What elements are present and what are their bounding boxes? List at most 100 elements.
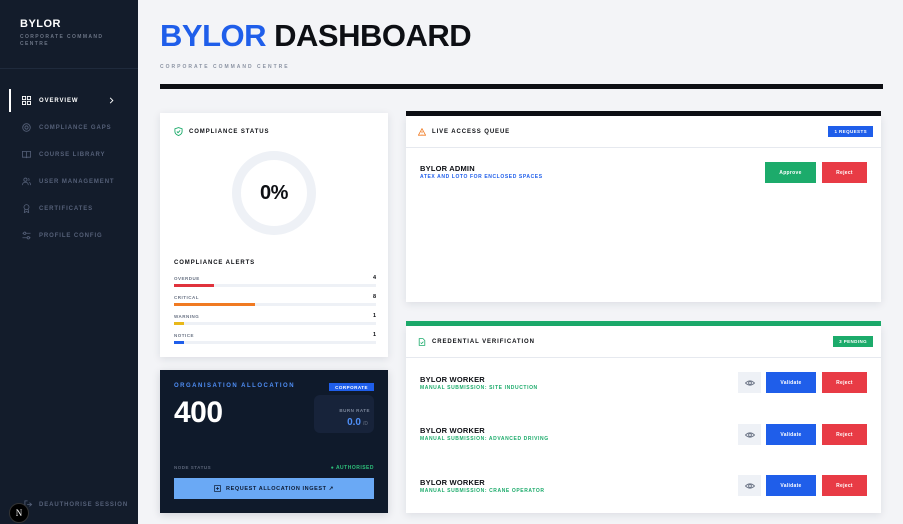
compliance-value: 0% [260, 181, 288, 204]
reject-button[interactable]: Reject [822, 475, 867, 496]
shield-check-icon [174, 127, 183, 136]
credentials-count-badge: 3 PENDING [833, 336, 873, 347]
sidebar-item-profile-config[interactable]: PROFILE CONFIG [0, 222, 138, 249]
organisation-allocation-card: ORGANISATION ALLOCATION CORPORATE 400 BU… [160, 370, 388, 513]
page-title-accent: BYLOR [160, 18, 267, 53]
chevron-right-icon [109, 97, 114, 104]
sidebar-item-label: USER MANAGEMENT [39, 178, 115, 185]
page-title: BYLOR DASHBOARD [160, 18, 472, 54]
allocation-value: 400 [174, 396, 223, 429]
target-icon [22, 123, 31, 132]
sidebar-divider [0, 68, 138, 69]
credential-detail: MANUAL SUBMISSION: CRANE OPERATOR [420, 488, 545, 494]
request-allocation-label: REQUEST ALLOCATION INGEST ↗ [226, 485, 334, 492]
alert-row-notice: NOTICE 1 [174, 332, 376, 344]
compliance-status-card: COMPLIANCE STATUS 0% COMPLIANCE ALERTS O… [160, 113, 388, 357]
request-allocation-button[interactable]: REQUEST ALLOCATION INGEST ↗ [174, 478, 374, 499]
burn-rate-number: 0.0 [347, 417, 361, 428]
grid-icon [22, 96, 31, 105]
compliance-ring: 0% [232, 151, 316, 235]
sidebar-nav: OVERVIEW COMPLIANCE GAPS COURSE LIBRARY … [0, 87, 138, 249]
credentials-header: CREDENTIAL VERIFICATION 3 PENDING [406, 326, 881, 358]
request-name: BYLOR ADMIN [420, 164, 475, 173]
alert-fill [174, 322, 185, 325]
document-check-icon [418, 337, 426, 346]
sidebar-item-overview[interactable]: OVERVIEW [0, 87, 138, 114]
sidebar: BYLOR CORPORATE COMMAND CENTRE OVERVIEW … [0, 0, 138, 524]
sliders-icon [22, 231, 31, 240]
credentials-title: CREDENTIAL VERIFICATION [432, 338, 535, 345]
credential-name: BYLOR WORKER [420, 375, 485, 384]
sidebar-item-label: PROFILE CONFIG [39, 232, 103, 239]
validate-button[interactable]: Validate [766, 424, 816, 445]
alert-count: 8 [372, 294, 376, 300]
alert-track [174, 284, 376, 287]
authorised-status: ● AUTHORISED [330, 465, 374, 471]
alert-count: 4 [372, 275, 376, 281]
view-button[interactable] [738, 372, 761, 393]
alert-label: CRITICAL [174, 295, 199, 300]
alert-count: 1 [372, 313, 376, 319]
compliance-status-title: COMPLIANCE STATUS [189, 128, 270, 135]
sidebar-item-label: OVERVIEW [39, 97, 79, 104]
sidebar-item-course-library[interactable]: COURSE LIBRARY [0, 141, 138, 168]
compliance-status-header: COMPLIANCE STATUS [174, 127, 269, 136]
alert-label: NOTICE [174, 333, 195, 338]
brand-name: BYLOR [20, 18, 61, 30]
request-detail: ATEX AND LOTO FOR ENCLOSED SPACES [420, 174, 543, 180]
validate-button[interactable]: Validate [766, 475, 816, 496]
alert-fill [174, 284, 215, 287]
book-icon [22, 150, 31, 159]
compliance-alerts-title: COMPLIANCE ALERTS [174, 260, 256, 266]
alert-track [174, 341, 376, 344]
sidebar-item-certificates[interactable]: CERTIFICATES [0, 195, 138, 222]
credential-verification-card: CREDENTIAL VERIFICATION 3 PENDING BYLOR … [406, 326, 881, 513]
alert-fill [174, 341, 185, 344]
alert-label: WARNING [174, 314, 200, 319]
credential-detail: MANUAL SUBMISSION: SITE INDUCTION [420, 385, 538, 391]
burn-rate-value: 0.0/D [347, 417, 368, 428]
alert-fill [174, 303, 255, 306]
burn-rate-label: BURN RATE [339, 408, 370, 413]
brand-subtitle: CORPORATE COMMAND CENTRE [20, 34, 104, 47]
header-divider [160, 84, 883, 89]
queue-header: LIVE ACCESS QUEUE 1 REQUESTS [406, 116, 881, 148]
approve-button[interactable]: Approve [765, 162, 816, 183]
page-title-rest: DASHBOARD [274, 18, 472, 53]
view-button[interactable] [738, 424, 761, 445]
reject-button[interactable]: Reject [822, 372, 867, 393]
alert-row-critical: CRITICAL 8 [174, 294, 376, 306]
sidebar-item-label: COMPLIANCE GAPS [39, 124, 112, 131]
view-button[interactable] [738, 475, 761, 496]
sidebar-item-user-management[interactable]: USER MANAGEMENT [0, 168, 138, 195]
burn-rate-unit: /D [363, 421, 368, 427]
logout-label: DEAUTHORISE SESSION [39, 501, 129, 508]
page-subtitle: CORPORATE COMMAND CENTRE [160, 64, 290, 70]
award-icon [23, 204, 30, 213]
sidebar-item-compliance-gaps[interactable]: COMPLIANCE GAPS [0, 114, 138, 141]
allocation-badge: CORPORATE [329, 383, 374, 391]
queue-title: LIVE ACCESS QUEUE [432, 128, 511, 135]
users-icon [22, 177, 31, 186]
node-status-label: NODE STATUS [174, 465, 212, 470]
allocation-title: ORGANISATION ALLOCATION [174, 383, 296, 389]
credential-detail: MANUAL SUBMISSION: ADVANCED DRIVING [420, 436, 549, 442]
alert-count: 1 [372, 332, 376, 338]
logout-button[interactable]: DEAUTHORISE SESSION [24, 500, 128, 509]
framework-badge[interactable]: N [9, 503, 29, 523]
alert-label: OVERDUE [174, 276, 200, 281]
plus-square-icon [214, 485, 221, 492]
alert-track [174, 303, 376, 306]
eye-icon [744, 431, 755, 438]
validate-button[interactable]: Validate [766, 372, 816, 393]
sidebar-item-label: CERTIFICATES [39, 205, 94, 212]
reject-button[interactable]: Reject [822, 162, 867, 183]
alert-row-warning: WARNING 1 [174, 313, 376, 325]
live-access-queue-card: LIVE ACCESS QUEUE 1 REQUESTS BYLOR ADMIN… [406, 116, 881, 302]
credential-name: BYLOR WORKER [420, 478, 485, 487]
reject-button[interactable]: Reject [822, 424, 867, 445]
brand: BYLOR CORPORATE COMMAND CENTRE [20, 18, 116, 48]
alert-row-overdue: OVERDUE 4 [174, 275, 376, 287]
sidebar-item-label: COURSE LIBRARY [39, 151, 106, 158]
credential-name: BYLOR WORKER [420, 426, 485, 435]
